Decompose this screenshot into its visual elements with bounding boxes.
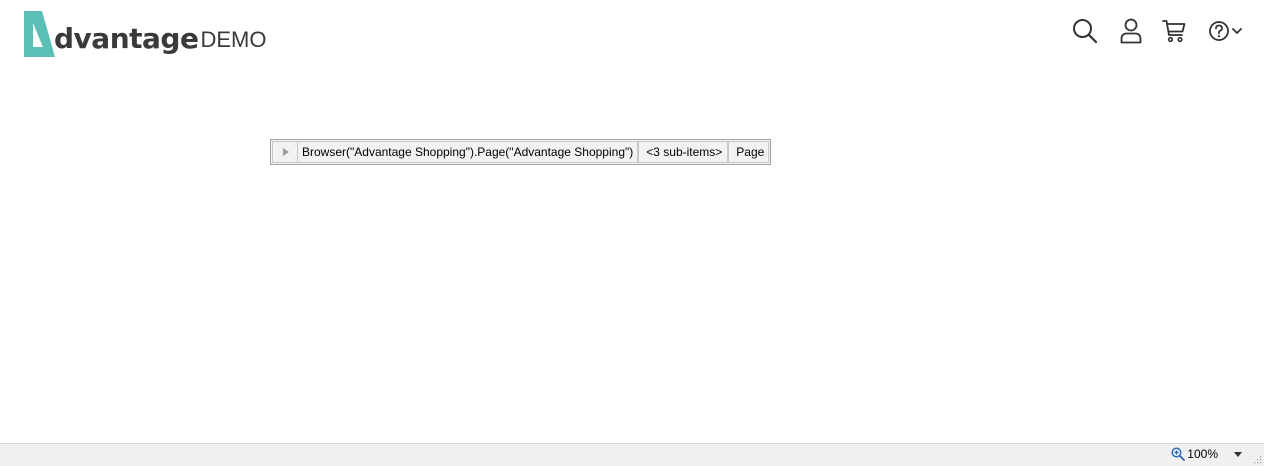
search-button[interactable] [1072, 18, 1098, 44]
cart-button[interactable] [1162, 18, 1186, 44]
help-menu-button[interactable] [1208, 20, 1242, 42]
expand-toggle[interactable] [272, 141, 298, 163]
chevron-down-icon [1232, 28, 1242, 34]
cart-icon [1162, 20, 1186, 43]
resize-grip-icon[interactable] [1254, 456, 1262, 464]
object-path-cell: Browser("Advantage Shopping").Page("Adva… [298, 141, 639, 163]
logo-demo-label: DEMO [200, 27, 267, 52]
browser-page: dvantage DEMO Browser("Advantage Shoppin… [0, 0, 1264, 466]
expand-triangle-icon [283, 148, 289, 156]
zoom-icon [1171, 447, 1186, 461]
zoom-level: 100% [1187, 447, 1218, 461]
status-bar: 100% [0, 443, 1264, 466]
search-icon [1073, 19, 1098, 44]
sub-items-cell: <3 sub-items> [638, 141, 729, 163]
user-icon [1120, 18, 1142, 44]
logo-mark-icon [24, 11, 55, 57]
zoom-dropdown-icon[interactable] [1234, 452, 1242, 457]
help-icon [1209, 21, 1229, 41]
logo-wordmark: dvantage [54, 22, 199, 55]
object-type-cell: Page [728, 141, 770, 163]
zoom-control[interactable]: 100% [1171, 447, 1218, 461]
advantage-logo[interactable]: dvantage DEMO [22, 9, 266, 57]
header-actions [1072, 18, 1242, 44]
object-spy-row[interactable]: Browser("Advantage Shopping").Page("Adva… [270, 139, 772, 165]
user-menu-button[interactable] [1120, 18, 1142, 44]
